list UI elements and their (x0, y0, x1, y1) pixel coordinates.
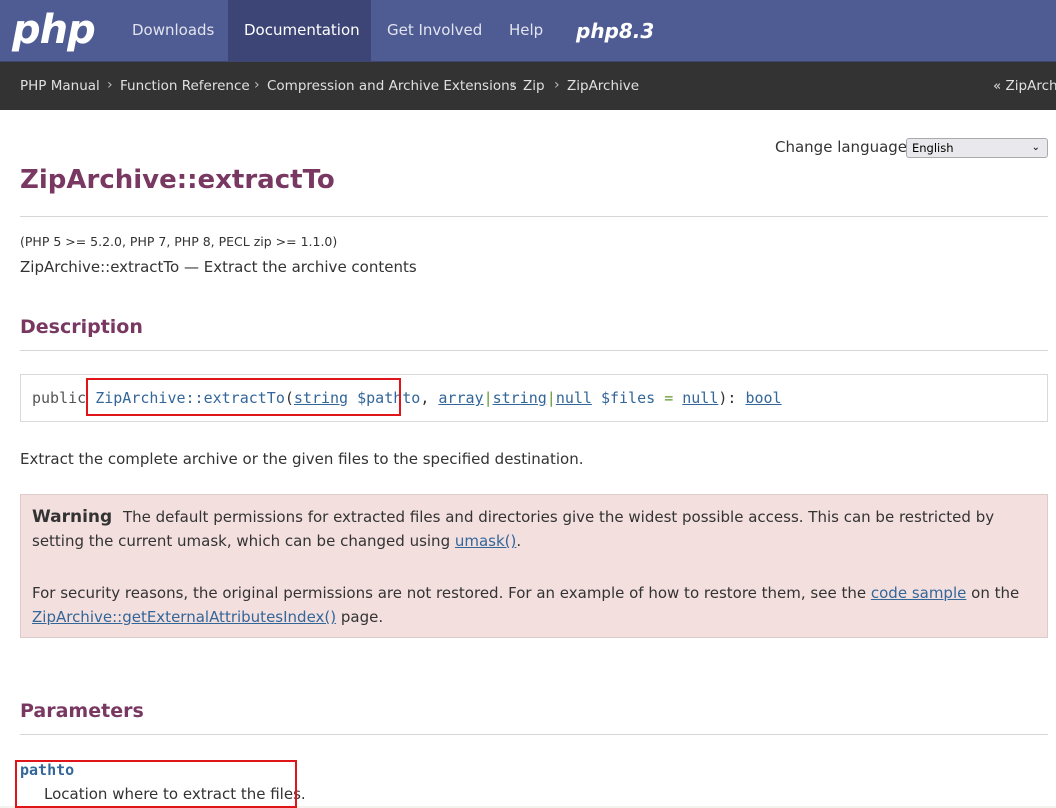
title-divider (20, 216, 1048, 217)
breadcrumb-ziparchive[interactable]: ZipArchive (567, 62, 639, 110)
warning-box: Warning The default permissions for extr… (20, 494, 1048, 638)
return-type-bool-link[interactable]: bool (745, 389, 781, 407)
type-null-link[interactable]: null (556, 389, 592, 407)
breadcrumb-zip[interactable]: Zip (523, 62, 545, 110)
parameters-heading: Parameters (20, 700, 144, 722)
type-array-link[interactable]: array (438, 389, 483, 407)
breadcrumb: PHP Manual › Function Reference › Compre… (0, 62, 1056, 110)
union-pipe: | (483, 389, 493, 407)
description-text: Extract the complete archive or the give… (20, 450, 584, 468)
warning-text-3: on the (971, 584, 1020, 602)
nav-downloads[interactable]: Downloads (116, 0, 230, 61)
warning-text-4: page. (340, 608, 384, 626)
get-external-attributes-link[interactable]: ZipArchive::getExternalAttributesIndex() (32, 608, 336, 626)
umask-link[interactable]: umask() (455, 532, 517, 550)
default-null-link[interactable]: null (682, 389, 718, 407)
breadcrumb-php-manual[interactable]: PHP Manual (20, 62, 100, 110)
section-divider (20, 734, 1048, 735)
php-version-logo[interactable]: php8.3 (576, 18, 654, 44)
breadcrumb-compression[interactable]: Compression and Archive Extensions (267, 62, 517, 110)
warning-title: Warning (32, 507, 113, 527)
synopsis-modifier: public (32, 389, 87, 407)
highlight-box-parameter (15, 760, 297, 808)
breadcrumb-separator: › (510, 77, 516, 93)
synopsis-close: ): (718, 389, 737, 407)
ref-purpose: ZipArchive::extractTo — Extract the arch… (20, 258, 417, 276)
type-string-link[interactable]: string (493, 389, 547, 407)
union-pipe: | (546, 389, 556, 407)
main-content: Change language: English ⌄ ZipArchive::e… (0, 110, 1056, 808)
top-navigation: php Downloads Documentation Get Involved… (0, 0, 1056, 62)
synopsis-equals: = (664, 389, 674, 407)
page-title: ZipArchive::extractTo (20, 165, 335, 195)
warning-text-2: For security reasons, the original permi… (32, 584, 867, 602)
highlight-box-signature (86, 378, 401, 416)
php-logo[interactable]: php (12, 8, 96, 52)
param-files: $files (600, 389, 656, 407)
chevron-down-icon: ⌄ (1031, 142, 1040, 153)
code-sample-link[interactable]: code sample (871, 584, 966, 602)
breadcrumb-separator: › (107, 77, 113, 93)
section-divider (20, 350, 1048, 351)
synopsis-comma: , (420, 389, 430, 407)
language-select[interactable]: English ⌄ (906, 138, 1048, 158)
change-language-label: Change language: (775, 138, 913, 156)
nav-help[interactable]: Help (493, 0, 559, 61)
language-selected-value: English (912, 141, 954, 155)
warning-period: . (516, 532, 522, 550)
breadcrumb-separator: › (254, 77, 260, 93)
breadcrumb-separator: › (554, 77, 560, 93)
nav-get-involved[interactable]: Get Involved (371, 0, 498, 61)
breadcrumb-function-reference[interactable]: Function Reference (120, 62, 250, 110)
version-info: (PHP 5 >= 5.2.0, PHP 7, PHP 8, PECL zip … (20, 234, 338, 249)
description-heading: Description (20, 316, 143, 338)
nav-documentation[interactable]: Documentation (228, 0, 371, 61)
prev-page-link[interactable]: « ZipArchi (993, 62, 1056, 110)
